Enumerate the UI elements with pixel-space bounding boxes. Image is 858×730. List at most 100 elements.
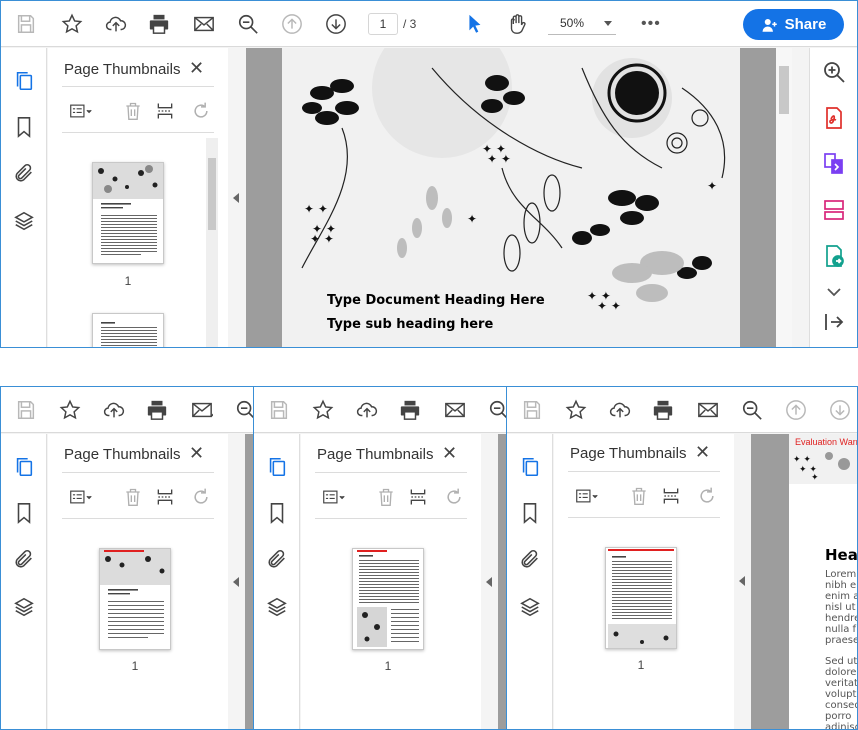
collapse-panel-icon[interactable] — [233, 193, 239, 203]
page-thumbnail-1[interactable] — [92, 162, 164, 264]
zoom-tool-icon[interactable] — [822, 60, 846, 84]
page-down-icon[interactable] — [827, 397, 853, 423]
collapse-tools-icon[interactable] — [822, 310, 846, 334]
combine-files-icon[interactable] — [822, 152, 846, 176]
page-down-icon[interactable] — [323, 11, 349, 37]
print-icon[interactable] — [146, 11, 172, 37]
scrollbar-thumb[interactable] — [208, 158, 216, 230]
document-scrollbar[interactable] — [776, 48, 792, 347]
layers-icon[interactable] — [13, 596, 37, 620]
delete-icon[interactable] — [120, 100, 146, 122]
mail-icon[interactable] — [189, 397, 215, 423]
bookmark-icon[interactable] — [519, 502, 543, 526]
bookmark-icon[interactable] — [13, 502, 37, 526]
document-heading-partial: Hea — [825, 546, 858, 564]
create-pdf-icon[interactable] — [822, 106, 846, 130]
thumbnails-panel: Page Thumbnails ✕ 1 — [301, 434, 481, 729]
page-thumbnail-1[interactable] — [605, 547, 677, 649]
mail-icon[interactable] — [695, 397, 721, 423]
panel-scrollbar[interactable] — [206, 138, 218, 347]
right-tools-rail — [809, 48, 857, 347]
layers-icon[interactable] — [266, 596, 290, 620]
acrobat-window-main: 1 / 3 50% ••• Share Page Thumbnails ✕ 1 … — [0, 0, 858, 348]
delete-icon[interactable] — [626, 485, 652, 507]
collapse-panel-icon[interactable] — [739, 576, 745, 586]
mail-icon[interactable] — [191, 11, 217, 37]
more-icon[interactable]: ••• — [641, 15, 661, 33]
close-icon[interactable]: ✕ — [189, 58, 204, 79]
organize-pages-icon[interactable] — [822, 198, 846, 222]
close-icon[interactable]: ✕ — [695, 442, 710, 463]
page-thumbnails-icon[interactable] — [519, 456, 543, 480]
export-pdf-icon[interactable] — [822, 244, 846, 268]
print-icon[interactable] — [397, 397, 423, 423]
svg-text:✦: ✦ — [467, 212, 477, 226]
thumbnail-options-icon[interactable] — [62, 100, 100, 122]
page-number-input[interactable]: 1 — [368, 13, 398, 35]
bookmark-star-icon[interactable] — [563, 397, 589, 423]
layers-icon[interactable] — [13, 210, 37, 234]
page-thumbnails-icon[interactable] — [13, 70, 37, 94]
page-up-icon[interactable] — [783, 397, 809, 423]
lorem-paragraph-1: Lorem nibh e enim a nisl ut hendre nulla… — [825, 569, 858, 646]
page-thumbnails-icon[interactable] — [13, 456, 37, 480]
bookmark-icon[interactable] — [13, 116, 37, 140]
document-page: ✦ ✦✦ ✦✦ Evaluation Warning Hea Lorem nib… — [789, 434, 858, 729]
upload-cloud-icon[interactable] — [101, 397, 127, 423]
zoom-search-icon[interactable] — [739, 397, 765, 423]
layers-icon[interactable] — [519, 596, 543, 620]
attachment-icon[interactable] — [13, 548, 37, 572]
upload-cloud-icon[interactable] — [354, 397, 380, 423]
thumbnail-options-icon[interactable] — [568, 485, 606, 507]
share-button[interactable]: Share — [743, 9, 844, 40]
insert-pages-icon[interactable] — [152, 100, 178, 122]
zoom-select[interactable]: 50% — [548, 13, 616, 35]
scrollbar-thumb[interactable] — [779, 66, 789, 114]
thumbnail-options-icon[interactable] — [315, 486, 353, 508]
zoom-search-icon[interactable] — [235, 11, 261, 37]
page-thumbnail-1[interactable] — [99, 548, 171, 650]
chevron-down-icon[interactable] — [822, 280, 846, 304]
delete-icon[interactable] — [373, 486, 399, 508]
save-icon[interactable] — [13, 11, 39, 37]
bookmark-star-icon[interactable] — [310, 397, 336, 423]
attachment-icon[interactable] — [266, 548, 290, 572]
rotate-icon[interactable] — [694, 485, 720, 507]
insert-pages-icon[interactable] — [405, 486, 431, 508]
svg-text:✦: ✦ — [707, 179, 717, 193]
attachment-icon[interactable] — [13, 162, 37, 186]
collapse-panel-icon[interactable] — [233, 577, 239, 587]
bookmark-icon[interactable] — [266, 502, 290, 526]
share-label: Share — [784, 16, 827, 33]
rotate-icon[interactable] — [441, 486, 467, 508]
attachment-icon[interactable] — [519, 548, 543, 572]
save-icon[interactable] — [13, 397, 39, 423]
print-icon[interactable] — [144, 397, 170, 423]
close-icon[interactable]: ✕ — [442, 443, 457, 464]
upload-cloud-icon[interactable] — [103, 11, 129, 37]
hand-icon[interactable] — [504, 11, 530, 37]
save-icon[interactable] — [519, 397, 545, 423]
print-icon[interactable] — [650, 397, 676, 423]
insert-pages-icon[interactable] — [658, 485, 684, 507]
upload-cloud-icon[interactable] — [607, 397, 633, 423]
save-icon[interactable] — [266, 397, 292, 423]
page-thumbnail-1[interactable] — [352, 548, 424, 650]
page-thumbnail-2[interactable] — [92, 313, 164, 347]
mail-icon[interactable] — [442, 397, 468, 423]
insert-pages-icon[interactable] — [152, 486, 178, 508]
thumbnail-options-icon[interactable] — [62, 486, 100, 508]
left-nav-rail — [507, 434, 553, 729]
select-cursor-icon[interactable] — [461, 11, 487, 37]
delete-icon[interactable] — [120, 486, 146, 508]
bookmark-star-icon[interactable] — [57, 397, 83, 423]
close-icon[interactable]: ✕ — [189, 443, 204, 464]
page-thumbnails-icon[interactable] — [266, 456, 290, 480]
collapse-panel-icon[interactable] — [486, 577, 492, 587]
rotate-icon[interactable] — [188, 100, 214, 122]
page-up-icon[interactable] — [279, 11, 305, 37]
bookmark-star-icon[interactable] — [59, 11, 85, 37]
top-toolbar — [254, 387, 514, 433]
document-viewport: ✦ ✦ ✦ ✦ ✦ ✦ ✦ ✦ ✦ ✦ ✦ ✦ ✦ ✦ ✦ ✦ Type Document H… — [246, 48, 776, 347]
rotate-icon[interactable] — [188, 486, 214, 508]
